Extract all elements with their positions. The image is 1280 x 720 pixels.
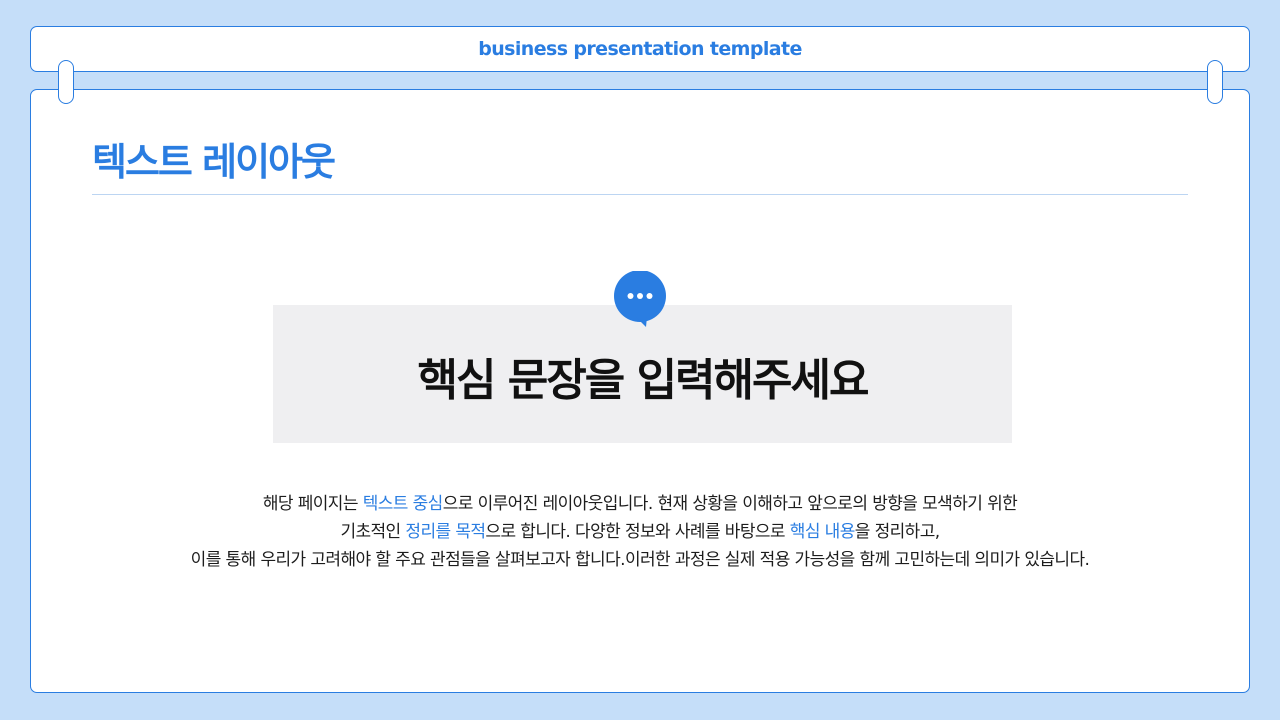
key-sentence: 핵심 문장을 입력해주세요 [417, 355, 870, 406]
binder-ring-left-icon [58, 60, 74, 104]
header-bar: business presentation template [30, 26, 1250, 72]
speech-bubble-icon [614, 271, 666, 327]
header-title: business presentation template [478, 38, 802, 60]
text-segment: 기초적인 [340, 522, 406, 542]
description-line-2: 기초적인 정리를 목적으로 합니다. 다양한 정보와 사례를 바탕으로 핵심 내… [90, 518, 1190, 546]
description-text: 해당 페이지는 텍스트 중심으로 이루어진 레이아웃입니다. 현재 상황을 이해… [90, 490, 1190, 574]
page-title: 텍스트 레이아웃 [92, 140, 336, 184]
text-segment: 으로 이루어진 레이아웃입니다. 현재 상황을 이해하고 앞으로의 방향을 모색… [442, 494, 1018, 514]
text-segment: 이를 통해 우리가 고려해야 할 주요 관점들을 살펴보고자 합니다.이러한 과… [190, 550, 1090, 570]
title-divider [92, 194, 1188, 195]
text-segment: 해당 페이지는 [262, 494, 363, 514]
text-segment: 을 정리하고, [854, 522, 940, 542]
highlight-key-content: 핵심 내용 [789, 522, 856, 542]
description-line-1: 해당 페이지는 텍스트 중심으로 이루어진 레이아웃입니다. 현재 상황을 이해… [90, 490, 1190, 518]
binder-ring-right-icon [1207, 60, 1223, 104]
description-line-3: 이를 통해 우리가 고려해야 할 주요 관점들을 살펴보고자 합니다.이러한 과… [90, 546, 1190, 574]
text-segment: 으로 합니다. 다양한 정보와 사례를 바탕으로 [485, 522, 790, 542]
highlight-purpose: 정리를 목적 [405, 522, 486, 542]
highlight-text-focus: 텍스트 중심 [362, 494, 444, 514]
